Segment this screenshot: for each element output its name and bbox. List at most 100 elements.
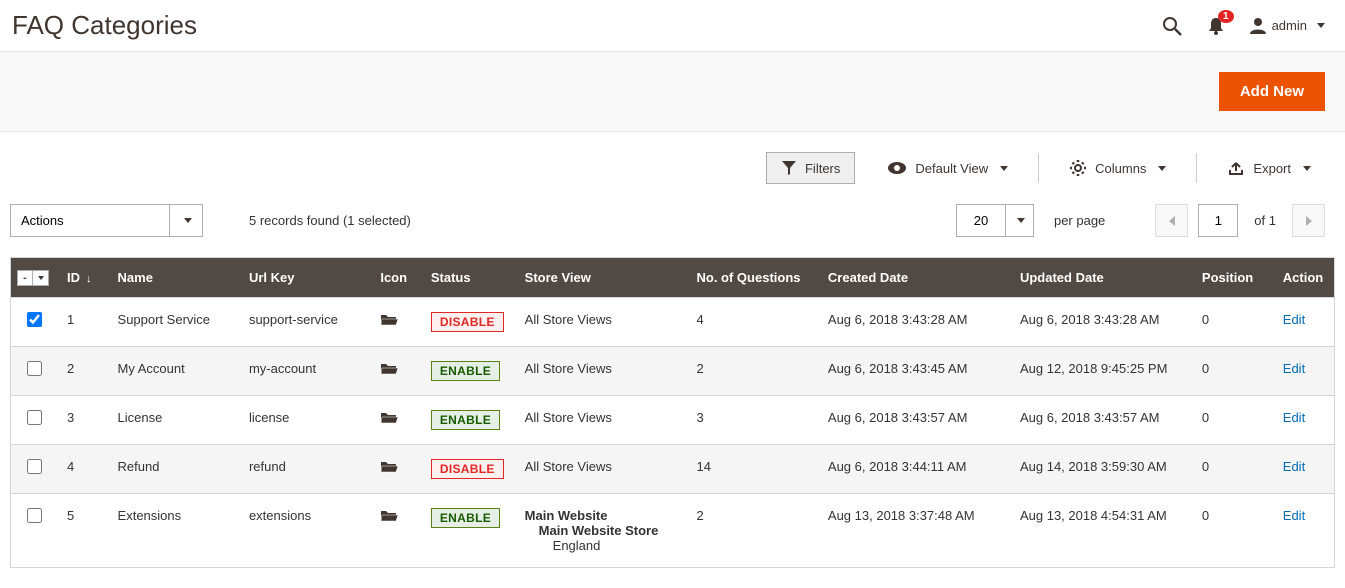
prev-page-button[interactable]	[1155, 204, 1188, 237]
chevron-down-icon	[1017, 218, 1025, 223]
mass-actions-toggle[interactable]	[170, 204, 203, 237]
edit-link[interactable]: Edit	[1283, 459, 1305, 474]
admin-account-menu[interactable]: admin	[1250, 17, 1325, 35]
cell-questions: 2	[687, 347, 818, 396]
cell-storeview: All Store Views	[515, 445, 687, 494]
status-badge: ENABLE	[431, 361, 500, 381]
status-badge: ENABLE	[431, 508, 500, 528]
col-header-position[interactable]: Position	[1192, 258, 1273, 298]
cell-urlkey: license	[239, 396, 370, 445]
cell-urlkey: support-service	[239, 298, 370, 347]
row-checkbox[interactable]	[27, 361, 42, 376]
chevron-down-icon	[1303, 166, 1311, 171]
col-header-created[interactable]: Created Date	[818, 258, 1010, 298]
row-checkbox[interactable]	[27, 459, 42, 474]
mass-actions-dropdown[interactable]: Actions	[10, 204, 170, 237]
select-all-checkbox[interactable]: -	[17, 270, 33, 286]
cell-status: ENABLE	[421, 347, 515, 396]
cell-storeview: Main WebsiteMain Website StoreEngland	[515, 494, 687, 568]
col-header-action[interactable]: Action	[1273, 258, 1335, 298]
folder-open-icon	[380, 361, 398, 375]
table-row[interactable]: 4RefundrefundDISABLEAll Store Views14Aug…	[11, 445, 1335, 494]
add-new-button[interactable]: Add New	[1219, 72, 1325, 111]
cell-status: ENABLE	[421, 396, 515, 445]
export-button[interactable]: Export	[1213, 154, 1325, 183]
cell-position: 0	[1192, 494, 1273, 568]
cell-updated: Aug 6, 2018 3:43:57 AM	[1010, 396, 1192, 445]
folder-open-icon	[380, 312, 398, 326]
cell-status: ENABLE	[421, 494, 515, 568]
table-row[interactable]: 5ExtensionsextensionsENABLEMain WebsiteM…	[11, 494, 1335, 568]
cell-name: Refund	[108, 445, 239, 494]
col-header-id[interactable]: ID↓	[57, 258, 108, 298]
columns-button[interactable]: Columns	[1055, 152, 1180, 184]
col-header-icon[interactable]: Icon	[370, 258, 421, 298]
cell-id: 5	[57, 494, 108, 568]
row-checkbox[interactable]	[27, 508, 42, 523]
search-icon[interactable]	[1162, 16, 1182, 36]
page-size-input[interactable]	[956, 204, 1006, 237]
select-all-control[interactable]: -	[17, 270, 51, 286]
status-badge: DISABLE	[431, 459, 504, 479]
cell-urlkey: my-account	[239, 347, 370, 396]
page-size-toggle[interactable]	[1006, 204, 1034, 237]
columns-label: Columns	[1095, 161, 1146, 176]
cell-updated: Aug 14, 2018 3:59:30 AM	[1010, 445, 1192, 494]
default-view-button[interactable]: Default View	[873, 154, 1022, 183]
col-header-status[interactable]: Status	[421, 258, 515, 298]
notifications-icon[interactable]: 1	[1206, 16, 1226, 36]
next-page-button[interactable]	[1292, 204, 1325, 237]
table-row[interactable]: 1Support Servicesupport-serviceDISABLEAl…	[11, 298, 1335, 347]
col-header-storeview[interactable]: Store View	[515, 258, 687, 298]
col-header-updated[interactable]: Updated Date	[1010, 258, 1192, 298]
select-all-dropdown[interactable]	[33, 270, 49, 286]
cell-id: 4	[57, 445, 108, 494]
cell-status: DISABLE	[421, 445, 515, 494]
cell-id: 3	[57, 396, 108, 445]
col-header-urlkey[interactable]: Url Key	[239, 258, 370, 298]
admin-username: admin	[1272, 18, 1307, 33]
chevron-down-icon	[184, 218, 192, 223]
row-checkbox[interactable]	[27, 410, 42, 425]
gear-icon	[1069, 159, 1087, 177]
cell-created: Aug 6, 2018 3:43:57 AM	[818, 396, 1010, 445]
divider	[1038, 153, 1039, 183]
chevron-down-icon	[1317, 23, 1325, 28]
cell-name: My Account	[108, 347, 239, 396]
current-page-input[interactable]	[1198, 204, 1238, 237]
cell-icon	[370, 396, 421, 445]
cell-position: 0	[1192, 445, 1273, 494]
cell-created: Aug 6, 2018 3:43:45 AM	[818, 347, 1010, 396]
row-checkbox[interactable]	[27, 312, 42, 327]
cell-storeview: All Store Views	[515, 396, 687, 445]
chevron-down-icon	[1158, 166, 1166, 171]
per-page-label: per page	[1054, 213, 1105, 228]
chevron-right-icon	[1306, 216, 1312, 226]
filters-button[interactable]: Filters	[766, 152, 855, 184]
col-header-questions[interactable]: No. of Questions	[687, 258, 818, 298]
col-header-name[interactable]: Name	[108, 258, 239, 298]
default-view-label: Default View	[915, 161, 988, 176]
cell-action: Edit	[1273, 347, 1335, 396]
mass-actions-select[interactable]: Actions	[10, 204, 203, 237]
records-found-label: 5 records found (1 selected)	[249, 213, 411, 228]
cell-storeview: All Store Views	[515, 347, 687, 396]
cell-name: Support Service	[108, 298, 239, 347]
user-icon	[1250, 17, 1266, 35]
chevron-left-icon	[1169, 216, 1175, 226]
edit-link[interactable]: Edit	[1283, 361, 1305, 376]
cell-position: 0	[1192, 396, 1273, 445]
table-row[interactable]: 3LicenselicenseENABLEAll Store Views3Aug…	[11, 396, 1335, 445]
funnel-icon	[781, 160, 797, 176]
folder-open-icon	[380, 410, 398, 424]
table-row[interactable]: 2 My Accountmy-account ENABLE All Store Vie…	[11, 347, 1335, 396]
edit-link[interactable]: Edit	[1283, 312, 1305, 327]
cell-action: Edit	[1273, 445, 1335, 494]
folder-open-icon	[380, 459, 398, 473]
filters-label: Filters	[805, 161, 840, 176]
edit-link[interactable]: Edit	[1283, 410, 1305, 425]
cell-icon	[370, 298, 421, 347]
cell-action: Edit	[1273, 396, 1335, 445]
edit-link[interactable]: Edit	[1283, 508, 1305, 523]
cell-created: Aug 6, 2018 3:44:11 AM	[818, 445, 1010, 494]
